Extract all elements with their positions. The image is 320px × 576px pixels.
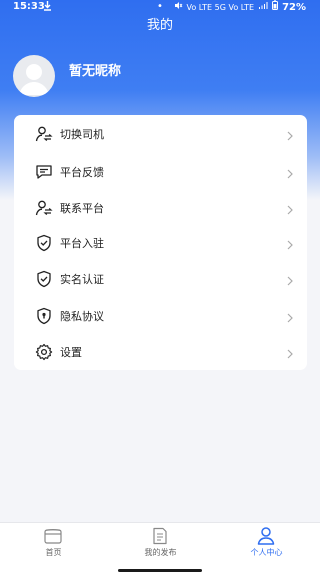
home-gesture-handle[interactable] (118, 569, 202, 572)
menu-item-feedback[interactable]: 平台反馈 (14, 154, 307, 190)
gear-icon (35, 343, 53, 361)
menu-item-platform-join[interactable]: 平台入驻 (14, 225, 307, 261)
status-time: 15:33 (13, 1, 45, 12)
menu-item-settings[interactable]: 设置 (14, 334, 307, 370)
chevron-right-icon (286, 309, 294, 323)
tab-label: 我的发布 (144, 548, 177, 557)
tab-home[interactable]: 首页 (0, 523, 107, 563)
chevron-right-icon (286, 127, 294, 141)
status-bar: 15:33 • Vo LTE 5G Vo LTE 72% (0, 0, 320, 14)
chevron-right-icon (286, 165, 294, 179)
menu-item-label: 实名认证 (60, 273, 104, 286)
network-indicators: Vo LTE 5G Vo LTE (186, 2, 255, 12)
status-indicators: Vo LTE 5G Vo LTE 72% (174, 0, 306, 15)
menu-item-label: 设置 (60, 346, 82, 359)
status-dot: • (157, 1, 163, 12)
settings-menu: 切换司机 平台反馈 联系平台 平台入驻 实名认证 隐私协议 设置 (14, 115, 307, 370)
chevron-right-icon (286, 201, 294, 215)
chevron-right-icon (286, 236, 294, 250)
menu-item-label: 平台反馈 (60, 166, 104, 179)
home-icon (43, 527, 63, 545)
page-title: 我的 (146, 18, 173, 33)
bottom-tab-bar: 首页 我的发布 个人中心 (0, 522, 320, 563)
signal-icon (258, 1, 268, 15)
avatar[interactable] (13, 55, 55, 97)
menu-item-real-name-auth[interactable]: 实名认证 (14, 261, 307, 297)
document-icon (150, 527, 170, 545)
battery-icon (272, 0, 279, 15)
menu-item-label: 切换司机 (60, 128, 104, 141)
tab-label: 首页 (45, 548, 62, 557)
shield-check-icon (35, 270, 53, 288)
tab-label: 个人中心 (250, 548, 283, 557)
mute-icon (174, 1, 183, 15)
menu-item-label: 联系平台 (60, 202, 104, 215)
user-switch-icon (35, 125, 53, 143)
menu-item-label: 隐私协议 (60, 310, 104, 323)
menu-item-contact-platform[interactable]: 联系平台 (14, 190, 307, 226)
menu-item-label: 平台入驻 (60, 237, 104, 250)
battery-level: 72% (282, 1, 306, 13)
menu-item-privacy-agreement[interactable]: 隐私协议 (14, 298, 307, 334)
tab-personal-center[interactable]: 个人中心 (213, 523, 320, 563)
lock-shield-icon (35, 307, 53, 325)
tab-my-posts[interactable]: 我的发布 (107, 523, 214, 563)
chevron-right-icon (286, 345, 294, 359)
chevron-right-icon (286, 272, 294, 286)
system-nav-bar (0, 562, 320, 576)
menu-item-switch-driver[interactable]: 切换司机 (14, 116, 307, 152)
nickname[interactable]: 暂无昵称 (69, 60, 121, 79)
person-icon (256, 527, 276, 545)
user-switch-icon (35, 199, 53, 217)
message-icon (35, 163, 53, 181)
shield-check-icon (35, 234, 53, 252)
